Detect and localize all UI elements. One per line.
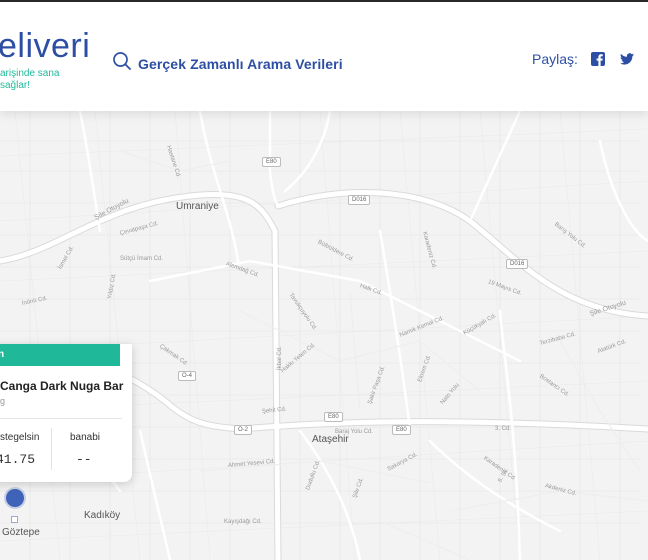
street-label: 3. Cd. bbox=[495, 426, 512, 432]
map-view[interactable]: Umraniye Ataşehir Kadıköy Göztepe E80 D0… bbox=[0, 111, 648, 560]
tagline-line-1: arişinde sana bbox=[0, 68, 60, 79]
card-divider-line bbox=[0, 418, 122, 419]
price-banabi: -- bbox=[76, 452, 92, 467]
product-subtitle: g bbox=[0, 396, 6, 406]
search-label: Gerçek Zamanlı Arama Verileri bbox=[138, 55, 343, 72]
share-bar: Paylaş: bbox=[532, 51, 648, 67]
facebook-icon[interactable] bbox=[590, 51, 606, 67]
card-band-label: n bbox=[0, 349, 5, 360]
shield-o2: O-2 bbox=[234, 425, 253, 435]
street-label: Sütçü İmam Cd. bbox=[120, 256, 164, 262]
card-column-divider bbox=[51, 428, 52, 470]
district-umraniye: Umraniye bbox=[176, 201, 219, 212]
street-label: İkbal Cd. bbox=[277, 346, 283, 370]
store-label-banabi: banabi bbox=[70, 432, 101, 443]
shield-o4: O-4 bbox=[178, 371, 197, 381]
realtime-search-link[interactable]: Gerçek Zamanlı Arama Verileri bbox=[112, 51, 343, 76]
district-kadikoy: Kadıköy bbox=[84, 510, 121, 521]
district-atasehir: Ataşehir bbox=[312, 434, 349, 445]
app-root: eliveri arişinde sana sağlar! Gerçek Zam… bbox=[0, 0, 648, 560]
card-header-band: n bbox=[0, 344, 120, 366]
site-logo[interactable]: eliveri bbox=[0, 26, 90, 66]
map-roads bbox=[0, 111, 648, 560]
shield-d016-a: D016 bbox=[348, 195, 371, 205]
map-marker-square[interactable] bbox=[11, 516, 18, 523]
product-title: Canga Dark Nuga Bar bbox=[0, 379, 124, 393]
street-label: Kayışdağı Cd. bbox=[224, 519, 262, 525]
twitter-icon[interactable] bbox=[619, 51, 635, 67]
shield-e80-low: E80 bbox=[392, 425, 411, 435]
street-label: Baraj Yolu Cd. bbox=[335, 429, 374, 435]
price-istegelsin: 41.75 bbox=[0, 452, 36, 467]
search-icon bbox=[112, 51, 132, 76]
site-header: eliveri arişinde sana sağlar! Gerçek Zam… bbox=[0, 2, 648, 111]
shield-e80-top: E80 bbox=[262, 157, 281, 167]
share-label: Paylaş: bbox=[532, 51, 578, 67]
location-pin[interactable] bbox=[6, 489, 24, 507]
tagline-line-2: sağlar! bbox=[0, 80, 31, 91]
store-label-istegelsin: stegelsin bbox=[0, 432, 40, 443]
shield-e80-mid: E80 bbox=[324, 412, 343, 422]
price-card[interactable]: n Canga Dark Nuga Bar g stegelsin banabi… bbox=[0, 344, 132, 482]
district-goztepe: Göztepe bbox=[2, 527, 40, 538]
shield-d016-b: D016 bbox=[506, 259, 529, 269]
